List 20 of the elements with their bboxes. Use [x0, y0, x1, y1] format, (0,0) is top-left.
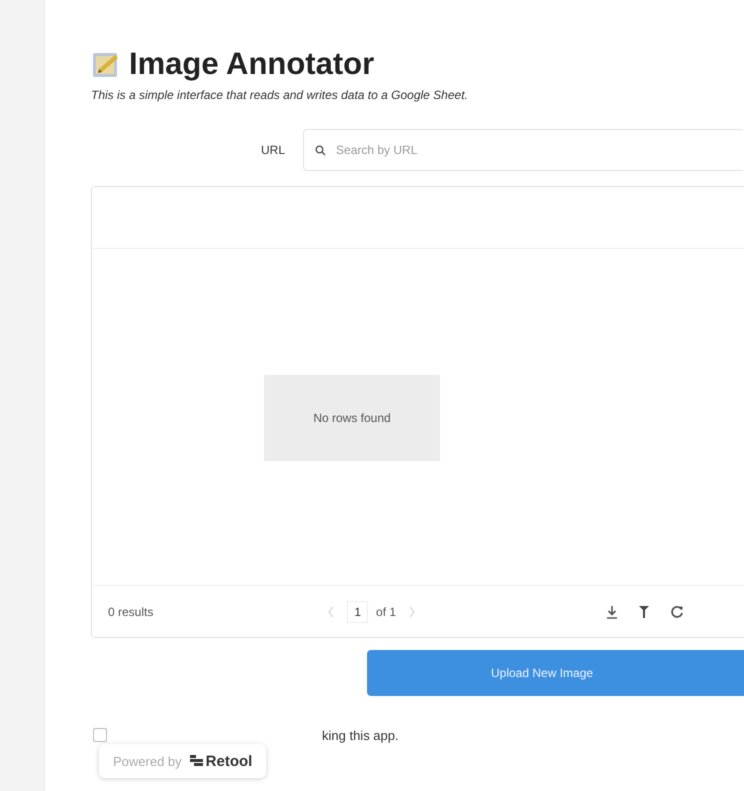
chevron-right-icon: [408, 606, 416, 618]
powered-by-badge[interactable]: Powered by Retool: [99, 744, 266, 778]
app-title: Image Annotator: [129, 46, 374, 82]
chevron-left-icon: [327, 606, 336, 618]
search-field[interactable]: Search by URL: [303, 129, 744, 171]
brand-logo: Retool: [190, 752, 252, 770]
app-description: This is a simple interface that reads and writes data to a Google Sheet.: [91, 88, 469, 102]
empty-message: No rows found: [264, 375, 440, 461]
download-icon[interactable]: [606, 604, 618, 618]
page-number[interactable]: 1: [347, 600, 368, 622]
search-icon: [315, 145, 326, 156]
stack-icon: [190, 755, 203, 767]
refresh-icon[interactable]: [670, 604, 684, 618]
notice-text: king this app.: [322, 728, 399, 742]
page-count: of 1: [376, 604, 396, 618]
results-count: 0 results: [108, 604, 154, 618]
checkbox[interactable]: [93, 728, 107, 742]
filter-icon[interactable]: [638, 604, 650, 618]
powered-by-text: Powered by: [113, 754, 182, 768]
url-label: URL: [261, 143, 286, 157]
